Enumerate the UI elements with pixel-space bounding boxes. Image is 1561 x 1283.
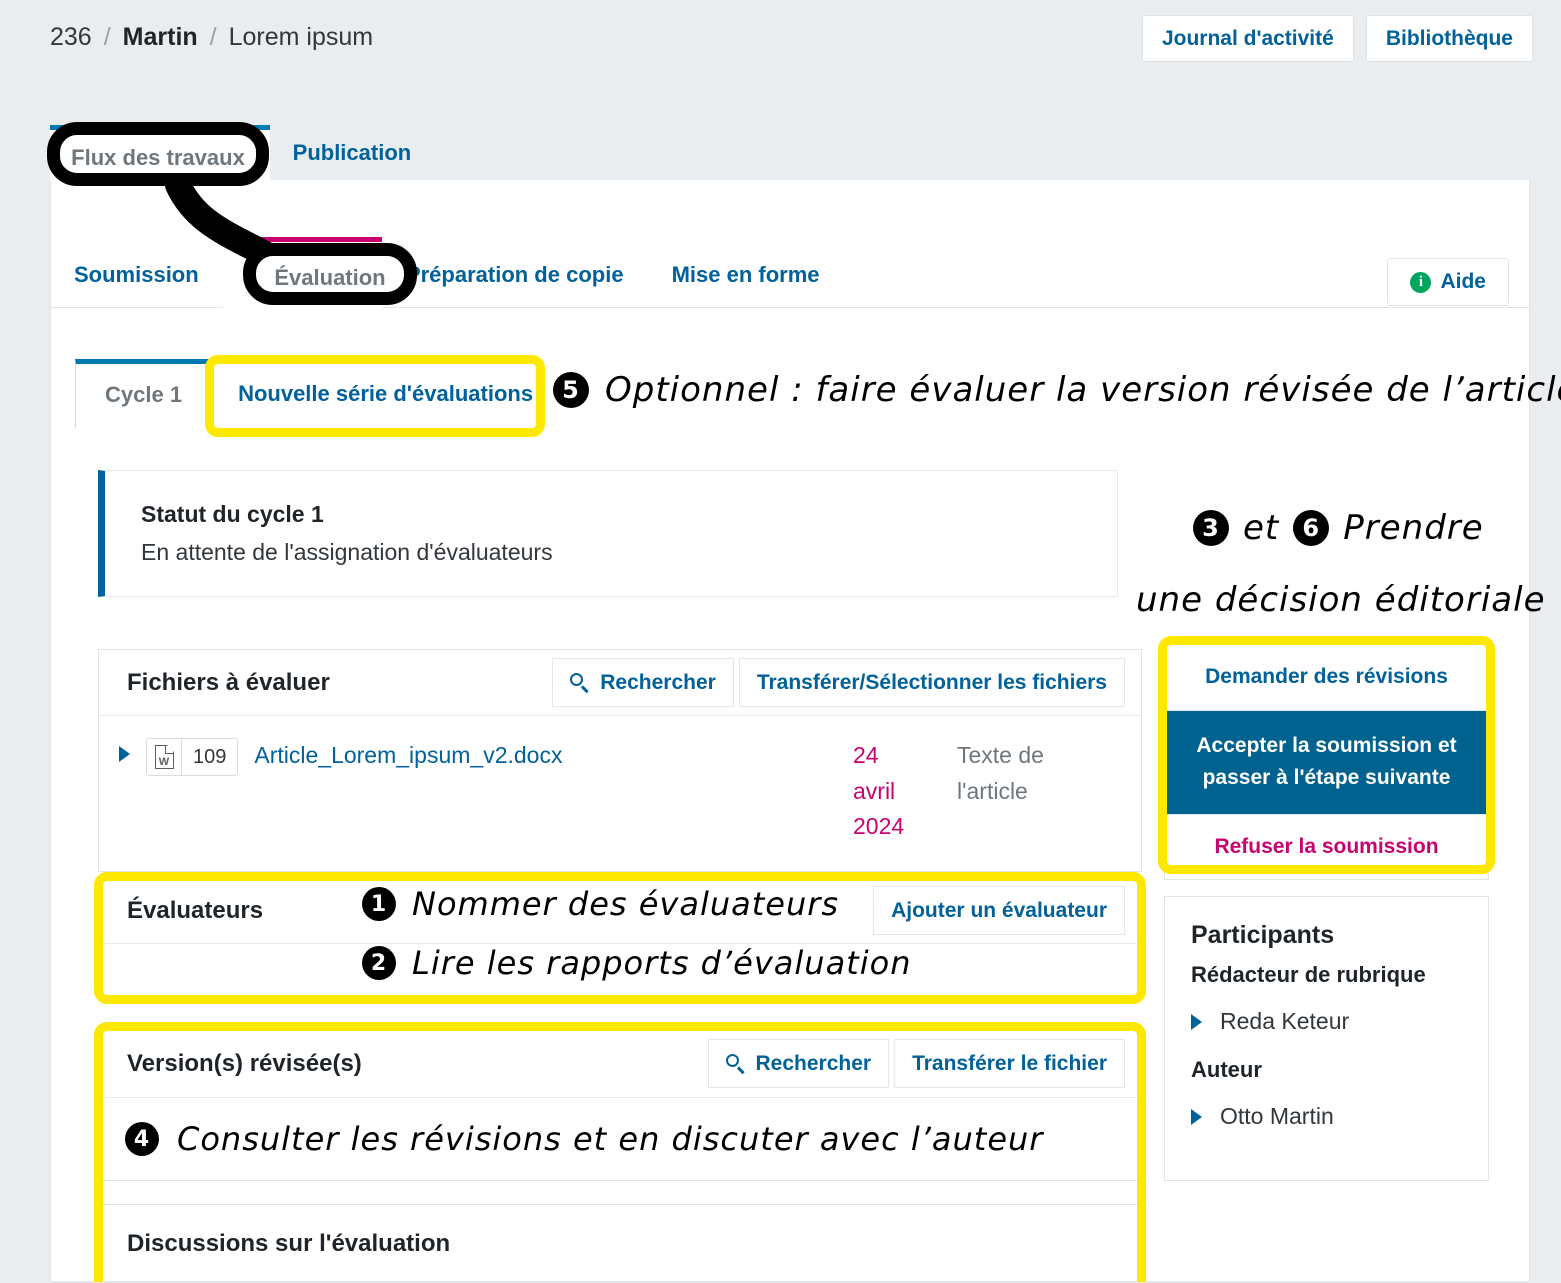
- round-status-box: Statut du cycle 1 En attente de l'assign…: [98, 470, 1118, 597]
- revisions-card-actions: Rechercher Transférer le fichier: [707, 1039, 1125, 1088]
- callout-label-evaluation: Évaluation: [274, 265, 386, 290]
- callout-ring-evaluation: Évaluation: [243, 243, 417, 305]
- request-revisions-button[interactable]: Demander des révisions: [1164, 644, 1489, 711]
- expand-triangle-icon[interactable]: [119, 746, 130, 762]
- files-card-header: Fichiers à évaluer Rechercher Transférer…: [99, 650, 1141, 716]
- annotation-text-2: Lire les rapports d’évaluation: [412, 944, 912, 982]
- annotation-4: 4 Consulter les révisions et en discuter…: [125, 1120, 1043, 1158]
- file-name-link[interactable]: Article_Lorem_ipsum_v2.docx: [254, 738, 853, 769]
- accept-submission-button[interactable]: Accepter la soumission et passer à l'éta…: [1164, 710, 1489, 814]
- help-label: Aide: [1440, 270, 1486, 293]
- files-search-button[interactable]: Rechercher: [552, 658, 734, 707]
- word-document-icon: W: [147, 739, 182, 775]
- revisions-search-button[interactable]: Rechercher: [707, 1039, 890, 1088]
- activity-log-button[interactable]: Journal d'activité: [1141, 15, 1354, 63]
- help-button[interactable]: i Aide: [1387, 258, 1509, 306]
- annotation-2: 2 Lire les rapports d’évaluation: [362, 944, 911, 982]
- reviewers-card-title: Évaluateurs: [127, 896, 264, 924]
- participants-panel: Participants Rédacteur de rubrique Reda …: [1164, 896, 1489, 1181]
- annotation-text-1: Nommer des évaluateurs: [412, 885, 840, 923]
- library-button[interactable]: Bibliothèque: [1365, 15, 1533, 63]
- add-reviewer-button[interactable]: Ajouter un évaluateur: [873, 886, 1125, 935]
- discussions-card-header: Discussions sur l'évaluation: [99, 1205, 1141, 1283]
- breadcrumb-author[interactable]: Martin: [123, 23, 198, 51]
- file-genre: Texte de l'article: [957, 742, 1044, 804]
- annotation-3-6-line2: une décision éditoriale: [1136, 580, 1546, 620]
- annotation-text-prendre: Prendre: [1343, 508, 1484, 548]
- annotation-number-6: 6: [1293, 510, 1330, 546]
- header-actions: Journal d'activité Bibliothèque: [1141, 15, 1533, 63]
- table-row[interactable]: W 109 Article_Lorem_ipsum_v2.docx 24 avr…: [99, 716, 1141, 871]
- round-tab-cycle-1[interactable]: Cycle 1: [75, 359, 213, 428]
- callout-ring-flux-des-travaux: Flux des travaux: [47, 122, 269, 186]
- review-discussions-card: Discussions sur l'évaluation: [98, 1204, 1142, 1282]
- round-tab-new-review-round[interactable]: Nouvelle série d'évaluations: [212, 359, 559, 427]
- breadcrumb-submission-id[interactable]: 236: [50, 23, 92, 51]
- role-label-author: Auteur: [1191, 1057, 1262, 1082]
- files-card-title: Fichiers à évaluer: [127, 668, 330, 696]
- annotation-number-3: 3: [1193, 510, 1229, 546]
- annotation-5: 5 Optionnel : faire évaluer la version r…: [553, 370, 1561, 410]
- breadcrumb-separator: /: [103, 23, 111, 51]
- expand-triangle-icon[interactable]: [1191, 1108, 1202, 1125]
- annotation-number-2: 2: [362, 946, 396, 980]
- stage-tab-bar: Soumission Évaluation Préparation de cop…: [50, 230, 844, 308]
- role-label-section-editor: Rédacteur de rubrique: [1191, 962, 1426, 987]
- review-round-tab-bar: Cycle 1 Nouvelle série d'évaluations: [75, 358, 559, 428]
- list-item[interactable]: Reda Keteur: [1165, 994, 1488, 1057]
- files-upload-select-button[interactable]: Transférer/Sélectionner les fichiers: [738, 658, 1125, 707]
- search-icon: [570, 672, 590, 693]
- list-item[interactable]: Otto Martin: [1165, 1089, 1488, 1152]
- annotation-3-6-line1: 3 et 6 Prendre: [1193, 508, 1484, 548]
- participants-title: Participants: [1191, 921, 1335, 949]
- files-card-actions: Rechercher Transférer/Sélectionner les f…: [552, 658, 1125, 707]
- files-search-label: Rechercher: [600, 671, 716, 694]
- participant-name: Otto Martin: [1220, 1103, 1334, 1129]
- annotation-text-5: Optionnel : faire évaluer la version rév…: [605, 370, 1561, 410]
- tab-publication[interactable]: Publication: [270, 125, 435, 180]
- participant-name: Reda Keteur: [1220, 1008, 1350, 1034]
- search-icon: [725, 1053, 746, 1074]
- file-badge: W 109: [146, 738, 239, 776]
- annotation-number-1: 1: [362, 887, 396, 921]
- revisions-card-header: Version(s) révisée(s) Rechercher Transfé…: [99, 1030, 1141, 1098]
- page-header: 236 / Martin / Lorem ipsum Journal d'activit…: [0, 0, 1561, 110]
- breadcrumb-separator: /: [209, 23, 217, 51]
- revisions-card-title: Version(s) révisée(s): [127, 1049, 362, 1077]
- annotation-text-4: Consulter les révisions et en discuter a…: [177, 1120, 1044, 1158]
- round-status-text: En attente de l'assignation d'évaluateur…: [141, 539, 553, 565]
- revisions-search-label: Rechercher: [755, 1052, 872, 1075]
- editorial-decision-panel: Demander des révisions Accepter la soumi…: [1164, 644, 1489, 881]
- revised-versions-card: Version(s) révisée(s) Rechercher Transfé…: [98, 1029, 1142, 1181]
- annotation-number-5: 5: [553, 372, 589, 408]
- stage-tab-preparation-de-copie[interactable]: Préparation de copie: [382, 238, 648, 308]
- discussions-card-title: Discussions sur l'évaluation: [127, 1230, 451, 1257]
- round-status-title: Statut du cycle 1: [141, 501, 324, 527]
- file-date: 24 avril 2024: [853, 742, 905, 840]
- expand-triangle-icon[interactable]: [1191, 1013, 1202, 1030]
- doc-glyph: W: [154, 745, 174, 769]
- stage-tab-soumission[interactable]: Soumission: [50, 238, 223, 308]
- stage-tab-mise-en-forme[interactable]: Mise en forme: [648, 238, 844, 308]
- file-id-number: 109: [193, 745, 227, 768]
- reviewers-card-actions: Ajouter un évaluateur: [873, 886, 1125, 935]
- callout-label-flux-des-travaux: Flux des travaux: [71, 145, 245, 170]
- annotation-text-et: et: [1243, 508, 1280, 548]
- breadcrumb: 236 / Martin / Lorem ipsum: [50, 23, 373, 52]
- decline-submission-button[interactable]: Refuser la soumission: [1164, 813, 1489, 881]
- revisions-upload-button[interactable]: Transférer le fichier: [894, 1039, 1125, 1088]
- files-to-review-card: Fichiers à évaluer Rechercher Transférer…: [98, 649, 1142, 872]
- breadcrumb-title[interactable]: Lorem ipsum: [229, 23, 374, 51]
- annotation-1: 1 Nommer des évaluateurs: [362, 885, 839, 923]
- annotation-number-4: 4: [125, 1122, 159, 1156]
- info-icon: i: [1410, 271, 1432, 293]
